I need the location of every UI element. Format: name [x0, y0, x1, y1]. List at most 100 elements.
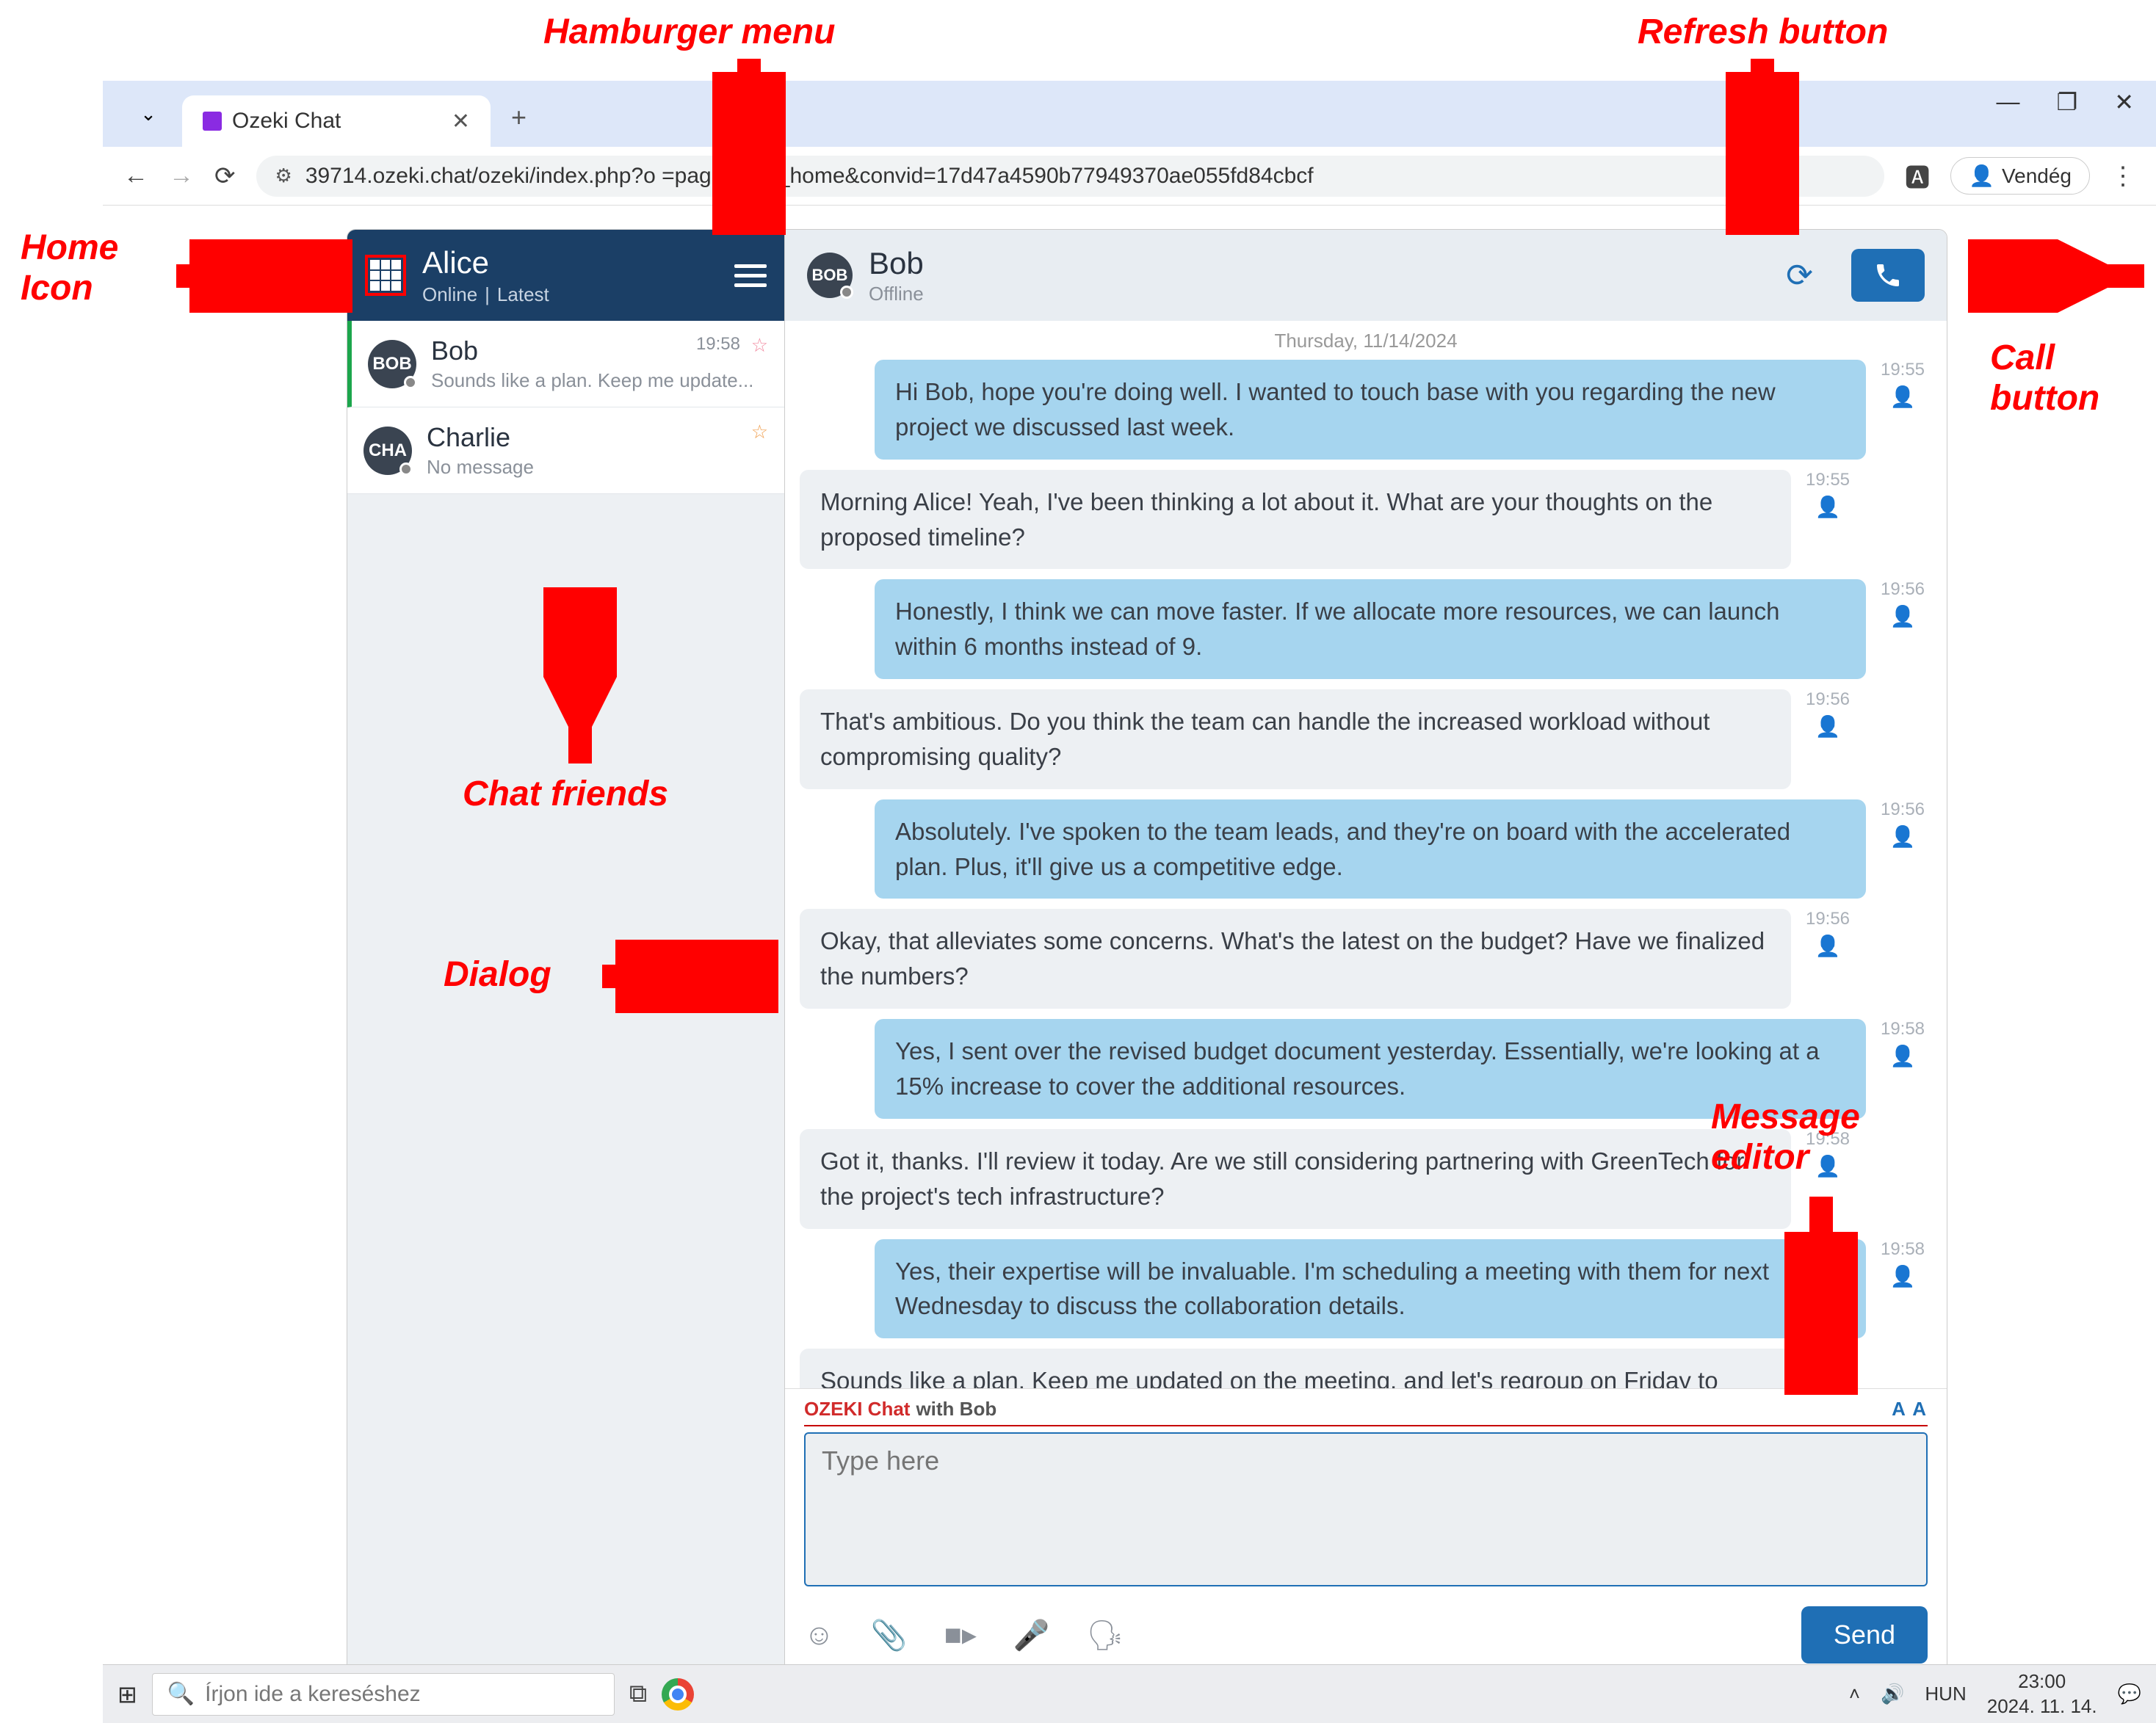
message-time: 19:58 [1881, 1019, 1925, 1040]
date-divider: Thursday, 11/14/2024 [800, 330, 1932, 352]
message-meta: 19:58 👤 [1798, 1129, 1857, 1178]
call-button[interactable] [1851, 249, 1925, 302]
url-input[interactable]: ⚙ 39714.ozeki.chat/ozeki/index.php?o =pa… [256, 156, 1885, 197]
chat-panel: BOB Bob Offline ⟳ Thursday, 11/14/2024 H… [785, 230, 1947, 1678]
user-icon: 👤 [1890, 1264, 1916, 1288]
browser-tab[interactable]: Ozeki Chat ✕ [182, 95, 491, 147]
sidebar-user: Alice Online|Latest [422, 245, 718, 306]
tab-search-dropdown[interactable]: ⌄ [132, 98, 164, 130]
attach-icon[interactable]: 📎 [871, 1618, 908, 1653]
sidebar-user-status: Online|Latest [422, 283, 718, 306]
message-bubble: Yes, I sent over the revised budget docu… [875, 1019, 1866, 1119]
message-row: Yes, their expertise will be invaluable.… [800, 1239, 1932, 1339]
message-time: 19:56 [1806, 909, 1850, 929]
message-time: 19:58 [1806, 1129, 1850, 1150]
message-meta: 19:56 👤 [1873, 799, 1932, 849]
message-bubble: Hi Bob, hope you're doing well. I wanted… [875, 360, 1866, 460]
translate-icon[interactable]: 🅰 [1905, 158, 1930, 194]
message-bubble: Morning Alice! Yeah, I've been thinking … [800, 470, 1791, 570]
message-bubble: Okay, that alleviates some concerns. Wha… [800, 909, 1791, 1009]
message-meta: 19:58 👤 [1798, 1349, 1857, 1388]
task-view-icon[interactable]: ⧉ [629, 1680, 647, 1708]
tray-notifications-icon[interactable]: 💬 [2118, 1683, 2141, 1705]
user-icon: 👤 [1890, 385, 1916, 409]
annotation-refresh: Refresh button [1638, 12, 1888, 52]
message-bubble: Absolutely. I've spoken to the team lead… [875, 799, 1866, 899]
window-restore-icon[interactable]: ❐ [2057, 88, 2078, 116]
message-row: Okay, that alleviates some concerns. Wha… [800, 909, 1932, 1009]
message-row: Got it, thanks. I'll review it today. Ar… [800, 1129, 1932, 1229]
tray-chevron-icon[interactable]: ˄ [1849, 1683, 1860, 1705]
user-icon: 👤 [1890, 1044, 1916, 1068]
font-size-toggle[interactable]: A A [1892, 1398, 1928, 1421]
new-tab-button[interactable]: + [511, 102, 527, 133]
profile-label: Vendég [2002, 164, 2072, 188]
message-time: 19:55 [1881, 360, 1925, 380]
annotation-home: HomeIcon [21, 228, 118, 308]
home-icon[interactable] [365, 255, 406, 296]
user-icon: 👤 [1815, 1154, 1841, 1178]
user-icon: 👤 [1815, 714, 1841, 739]
message-bubble: Got it, thanks. I'll review it today. Ar… [800, 1129, 1791, 1229]
contact-item[interactable]: BOB Bob Sounds like a plan. Keep me upda… [347, 321, 784, 407]
message-row: That's ambitious. Do you think the team … [800, 689, 1932, 789]
emoji-icon[interactable]: ☺ [804, 1619, 834, 1652]
voice-icon[interactable]: 🗣 [1087, 1618, 1124, 1653]
message-time: 19:58 [1881, 1239, 1925, 1260]
annotation-hamburger: Hamburger menu [543, 12, 835, 52]
message-meta: 19:56 👤 [1798, 909, 1857, 958]
presence-indicator [399, 463, 413, 476]
ozeki-chat-app: Alice Online|Latest BOB Bob Sounds like … [347, 229, 1947, 1679]
chrome-taskbar-icon[interactable] [662, 1678, 694, 1711]
profile-icon: 👤 [1969, 164, 1994, 188]
browser-menu-icon[interactable]: ⋮ [2110, 162, 2135, 191]
nav-forward-icon[interactable]: → [169, 162, 194, 190]
user-icon: 👤 [1815, 1374, 1841, 1388]
chat-header-avatar: BOB [807, 253, 853, 298]
windows-taskbar: ⊞ 🔍 Írjon ide a kereséshez ⧉ ˄ 🔊 HUN 23:… [103, 1664, 2156, 1723]
tab-title: Ozeki Chat [232, 109, 441, 134]
tray-lang[interactable]: HUN [1925, 1683, 1966, 1705]
window-minimize-icon[interactable]: — [1997, 88, 2020, 116]
send-button[interactable]: Send [1801, 1606, 1928, 1664]
user-icon: 👤 [1890, 604, 1916, 628]
message-time: 19:58 [1806, 1349, 1850, 1369]
video-icon[interactable]: ■▸ [944, 1618, 977, 1652]
star-icon[interactable]: ☆ [751, 334, 768, 357]
contact-preview: No message [427, 456, 768, 479]
message-meta: 19:55 👤 [1873, 360, 1932, 409]
contact-item[interactable]: CHA Charlie No message ☆ [347, 407, 784, 494]
profile-button[interactable]: 👤 Vendég [1950, 157, 2090, 195]
user-icon: 👤 [1815, 495, 1841, 519]
message-row: Yes, I sent over the revised budget docu… [800, 1019, 1932, 1119]
phone-icon [1873, 261, 1903, 290]
hamburger-menu-icon[interactable] [734, 264, 767, 287]
tray-volume-icon[interactable]: 🔊 [1881, 1683, 1904, 1705]
star-icon[interactable]: ☆ [751, 421, 768, 443]
message-meta: 19:56 👤 [1873, 579, 1932, 628]
tray-clock[interactable]: 23:00 2024. 11. 14. [1987, 1669, 2097, 1719]
sidebar: Alice Online|Latest BOB Bob Sounds like … [347, 230, 785, 1678]
contact-list[interactable]: BOB Bob Sounds like a plan. Keep me upda… [347, 321, 784, 1678]
annotation-call: Callbutton [1990, 338, 2099, 418]
tab-close-icon[interactable]: ✕ [452, 109, 470, 134]
sidebar-header: Alice Online|Latest [347, 230, 784, 321]
chat-header-status: Offline [869, 283, 924, 305]
start-button[interactable]: ⊞ [117, 1680, 137, 1708]
message-time: 19:56 [1881, 799, 1925, 820]
window-close-icon[interactable]: ✕ [2114, 88, 2134, 116]
tab-favicon [203, 112, 222, 131]
nav-reload-icon[interactable]: ⟳ [214, 162, 236, 191]
presence-indicator [840, 286, 853, 299]
mic-icon[interactable]: 🎤 [1013, 1618, 1050, 1653]
taskbar-search[interactable]: 🔍 Írjon ide a kereséshez [152, 1673, 615, 1716]
message-meta: 19:58 👤 [1873, 1239, 1932, 1288]
message-input[interactable] [804, 1432, 1928, 1586]
message-list[interactable]: Thursday, 11/14/2024 Hi Bob, hope you're… [785, 321, 1947, 1388]
site-settings-icon[interactable]: ⚙ [275, 164, 292, 187]
refresh-button[interactable]: ⟳ [1779, 250, 1820, 302]
nav-back-icon[interactable]: ← [123, 162, 148, 190]
editor-label: OZEKI Chat with Bob A A [804, 1398, 1928, 1426]
message-row: Hi Bob, hope you're doing well. I wanted… [800, 360, 1932, 460]
browser-address-bar: ← → ⟳ ⚙ 39714.ozeki.chat/ozeki/index.php… [103, 147, 2156, 206]
